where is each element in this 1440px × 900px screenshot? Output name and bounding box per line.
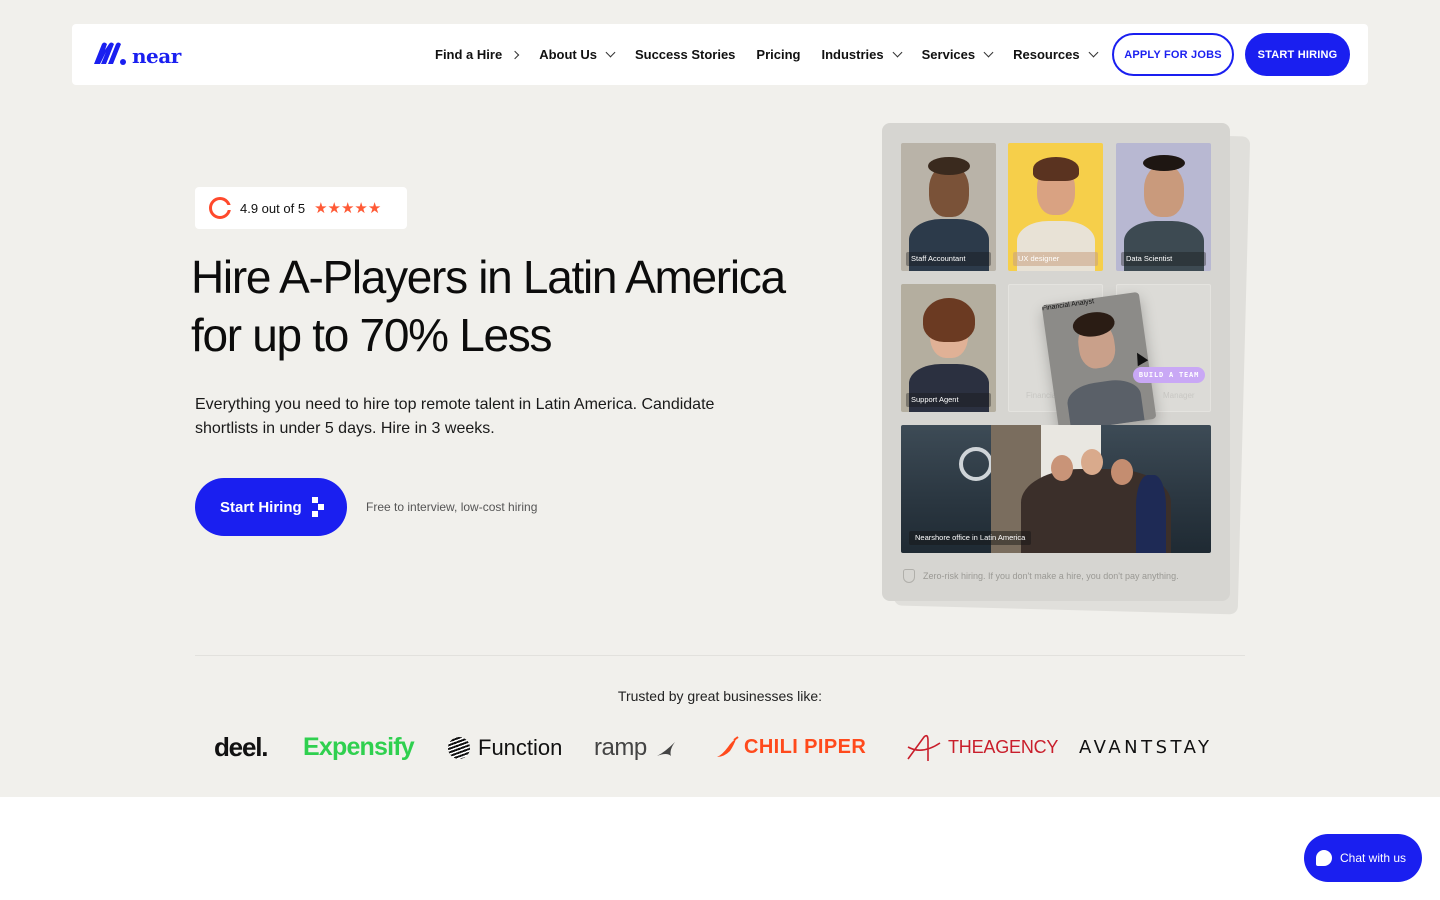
nav-services[interactable]: Services	[921, 47, 994, 62]
chat-with-us-button[interactable]: Chat with us	[1304, 834, 1422, 882]
nav-label: Pricing	[756, 47, 801, 62]
tile-caption: Support Agent	[906, 393, 991, 407]
talent-tile-ux-designer: UX designer	[1008, 143, 1103, 271]
nav-pricing[interactable]: Pricing	[756, 47, 800, 62]
tile-caption: UX designer	[1013, 252, 1098, 266]
office-caption: Nearshore office in Latin America	[909, 531, 1032, 545]
near-logo-mark-icon	[94, 42, 126, 65]
ramp-mark-icon	[656, 741, 675, 756]
office-photo: Nearshore office in Latin America	[901, 425, 1211, 553]
headline-line-2: for up to 70% Less	[191, 309, 552, 361]
person-head	[1051, 455, 1073, 481]
top-navigation: near Find a Hire About Us Success Storie…	[72, 24, 1368, 85]
shield-icon	[903, 569, 915, 583]
ramp-logo: ramp	[594, 725, 677, 770]
hero-subtext: Everything you need to hire top remote t…	[195, 396, 715, 437]
brand-name: near	[132, 44, 181, 68]
cta-label: Start Hiring	[220, 498, 302, 516]
ramp-wordmark: ramp	[594, 733, 647, 761]
client-logos: deel. Expensify Function ramp CHILI PIPE…	[0, 725, 1440, 770]
rating-text: 4.9 out of 5	[240, 200, 306, 216]
pixel-arrow-icon	[311, 497, 326, 517]
tile-caption: Data Scientist	[1121, 252, 1206, 266]
star-rating-icon: ★★★★★	[314, 200, 382, 217]
trusted-heading: Trusted by great businesses like:	[617, 688, 823, 704]
nav-label: Find a Hire	[435, 47, 503, 62]
person-body	[1136, 475, 1166, 553]
nav-menu: Find a Hire About Us Success Stories Pri…	[435, 24, 1118, 85]
chili-piper-wordmark: CHILI PIPER	[744, 736, 867, 758]
chevron-right-icon	[510, 50, 520, 59]
chevron-down-icon	[1088, 47, 1099, 58]
hair-shape	[928, 157, 970, 175]
nav-label: Industries	[821, 47, 884, 62]
headline-line-1: Hire A-Players in Latin America	[191, 251, 786, 303]
person-head	[1081, 449, 1103, 475]
near-logo[interactable]: near	[92, 40, 181, 68]
talent-tile-staff-accountant: Staff Accountant	[901, 143, 996, 271]
nav-label: About Us	[539, 47, 597, 62]
nav-find-a-hire[interactable]: Find a Hire	[435, 47, 520, 62]
g2-icon	[209, 197, 231, 219]
start-hiring-nav-button[interactable]: START HIRING	[1245, 33, 1350, 76]
talent-tile-support-agent: Support Agent	[901, 284, 996, 412]
nav-label: Services	[921, 47, 976, 62]
chili-pepper-icon	[717, 735, 739, 757]
ghost-label: Manager	[1163, 391, 1195, 400]
avantstay-logo: AVANTSTAY	[1079, 737, 1213, 758]
apply-for-jobs-button[interactable]: APPLY FOR JOBS	[1112, 33, 1234, 76]
nav-label: Success Stories	[634, 47, 736, 62]
portrait-icon	[1143, 165, 1184, 217]
function-wordmark: Function	[478, 734, 563, 760]
nav-success-stories[interactable]: Success Stories	[635, 47, 735, 62]
nav-industries[interactable]: Industries	[821, 47, 903, 62]
zero-risk-text: Zero-risk hiring. If you don't make a hi…	[923, 571, 1179, 581]
agency-mark-icon	[907, 734, 941, 761]
nav-resources[interactable]: Resources	[1013, 47, 1099, 62]
wall-logo-icon	[959, 447, 993, 481]
build-a-team-badge[interactable]: BUILD A TEAM	[1133, 367, 1205, 383]
the-agency-wordmark: THEAGENCY	[948, 737, 1059, 757]
chevron-down-icon	[983, 47, 994, 58]
nav-label: Resources	[1013, 47, 1080, 62]
expensify-logo: Expensify	[303, 733, 415, 761]
person-head	[1111, 459, 1133, 485]
hair-shape	[1143, 155, 1185, 171]
start-hiring-hero-button[interactable]: Start Hiring	[195, 478, 347, 536]
ghost-label: Financia	[1026, 391, 1057, 400]
function-logo: Function	[448, 725, 562, 770]
section-divider	[195, 655, 1245, 656]
chevron-down-icon	[605, 47, 616, 58]
hair-shape	[923, 298, 975, 342]
chevron-down-icon	[892, 47, 903, 58]
chili-piper-logo: CHILI PIPER	[714, 725, 866, 770]
deel-logo: deel.	[214, 732, 268, 762]
hair-shape	[1033, 157, 1079, 181]
function-mark-icon	[448, 736, 470, 759]
cta-note: Free to interview, low-cost hiring	[366, 500, 538, 514]
chat-label: Chat with us	[1340, 851, 1407, 865]
hero-headline: Hire A-Players in Latin America for up t…	[191, 248, 831, 364]
tile-caption: Staff Accountant	[906, 252, 991, 266]
the-agency-logo: THEAGENCY	[906, 725, 1058, 770]
rating-badge: 4.9 out of 5 ★★★★★	[195, 187, 407, 229]
talent-tile-data-scientist: Data Scientist	[1116, 143, 1211, 271]
nav-about-us[interactable]: About Us	[539, 47, 616, 62]
chat-bubble-icon	[1316, 850, 1332, 866]
zero-risk-note: Zero-risk hiring. If you don't make a hi…	[903, 569, 1179, 583]
